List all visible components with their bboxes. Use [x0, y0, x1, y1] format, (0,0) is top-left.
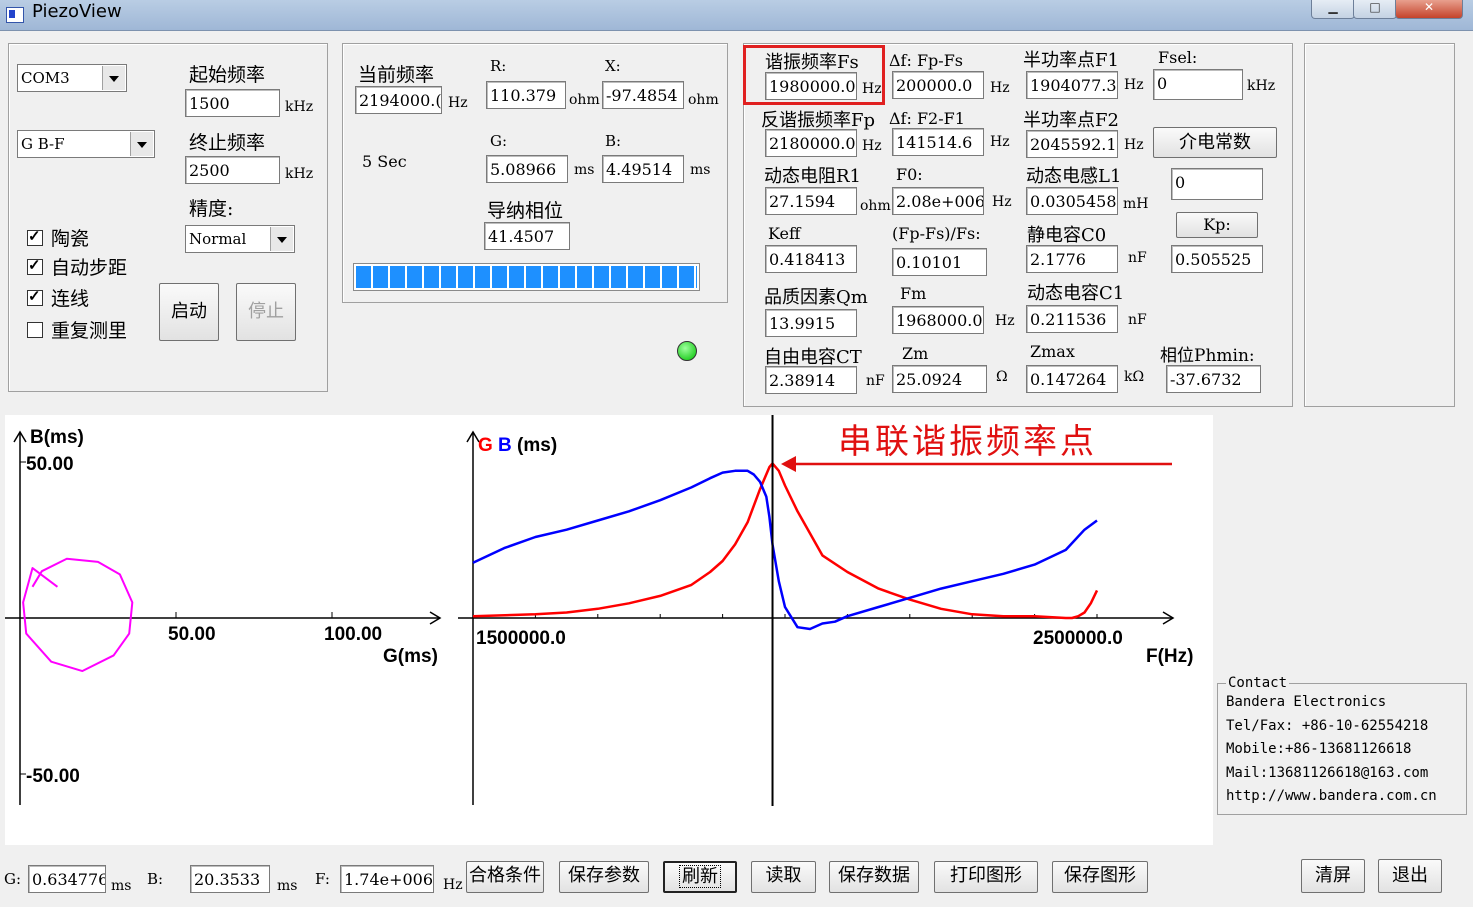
save-graph-button[interactable]: 保存图形 [1052, 861, 1148, 893]
contact-box: Contact Bandera Electronics Tel/Fax: +86… [1217, 675, 1467, 815]
cursor-b-field: 20.3533 [190, 865, 270, 893]
cursor-g-label: G: [4, 870, 22, 888]
cursor-f-label: F: [315, 870, 330, 888]
series-b-line [472, 469, 1098, 631]
annotation-arrow-head [781, 456, 796, 472]
left-y-label: B(ms) [30, 427, 84, 448]
left-y-tick-label: -50.00 [26, 766, 80, 787]
left-x-tick-label: 100.00 [324, 624, 382, 645]
cursor-b-label: B: [147, 870, 164, 888]
cursor-f-field: 1.74e+006 [340, 865, 434, 893]
save-data-button[interactable]: 保存数据 [829, 861, 919, 893]
save-params-button[interactable]: 保存参数 [559, 861, 649, 893]
left-x-label: G(ms) [383, 646, 438, 667]
contact-mobile: Mobile:+86-13681126618 [1226, 741, 1412, 757]
refresh-button[interactable]: 刷新 [663, 861, 737, 893]
contact-company: Bandera Electronics [1226, 694, 1387, 710]
contact-tel: Tel/Fax: +86-10-62554218 [1226, 717, 1429, 734]
contact-title: Contact [1228, 675, 1288, 691]
right-chart-title-part: (ms) [512, 435, 557, 456]
left-y-tick-label: 50.00 [26, 454, 74, 475]
right-chart-title-part: G [478, 435, 493, 456]
right-x-label: F(Hz) [1146, 646, 1193, 667]
admittance-circle-curve [22, 557, 134, 673]
cursor-g-unit: ms [111, 878, 132, 894]
read-button[interactable]: 读取 [751, 861, 816, 893]
left-x-tick-label: 50.00 [168, 624, 216, 645]
refresh-button-label: 刷新 [679, 865, 721, 888]
cursor-b-unit: ms [277, 878, 298, 894]
cursor-g-field: 0.634776 [28, 865, 106, 893]
contact-mail: Mail:13681126618@163.com [1226, 764, 1429, 781]
cursor-f-unit: Hz [443, 877, 463, 893]
exit-button[interactable]: 退出 [1378, 859, 1442, 893]
clear-screen-button[interactable]: 清屏 [1301, 859, 1365, 893]
resonance-annotation: 串联谐振频率点 [838, 422, 1097, 462]
right-x-tick-label-end: 2500000.0 [1033, 628, 1123, 649]
series-g-line [472, 462, 1099, 620]
qualify-conditions-button[interactable]: 合格条件 [466, 861, 544, 893]
right-x-tick-label-start: 1500000.0 [476, 628, 566, 649]
right-chart-title-part: B [493, 435, 512, 456]
contact-url: http://www.bandera.com.cn [1226, 788, 1437, 804]
print-graph-button[interactable]: 打印图形 [934, 861, 1038, 893]
right-chart-title: G B (ms) [478, 435, 557, 456]
